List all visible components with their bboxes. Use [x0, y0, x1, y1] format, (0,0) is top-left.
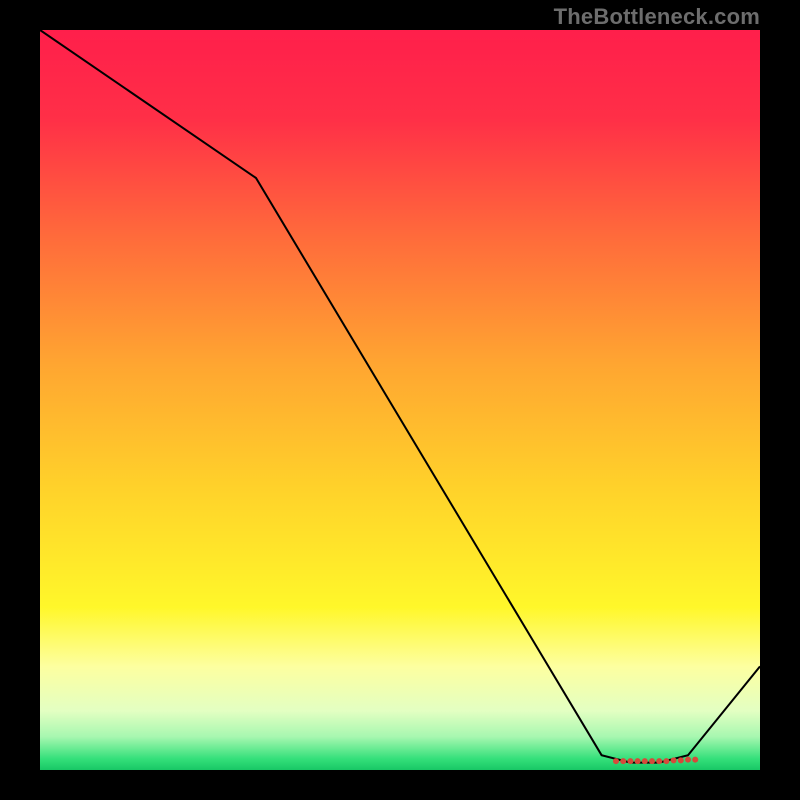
gradient-background: [40, 30, 760, 770]
marker-dot: [627, 758, 633, 764]
marker-dot: [663, 758, 669, 764]
marker-dot: [620, 758, 626, 764]
marker-dot: [685, 757, 691, 763]
watermark-text: TheBottleneck.com: [554, 4, 760, 30]
marker-dot: [678, 757, 684, 763]
marker-dot: [656, 758, 662, 764]
marker-dot: [649, 758, 655, 764]
chart-plot: [40, 30, 760, 770]
marker-dot: [613, 758, 619, 764]
marker-dot: [671, 757, 677, 763]
marker-dot: [692, 757, 698, 763]
chart-frame: TheBottleneck.com: [0, 0, 800, 800]
marker-dot: [635, 758, 641, 764]
marker-dot: [642, 758, 648, 764]
